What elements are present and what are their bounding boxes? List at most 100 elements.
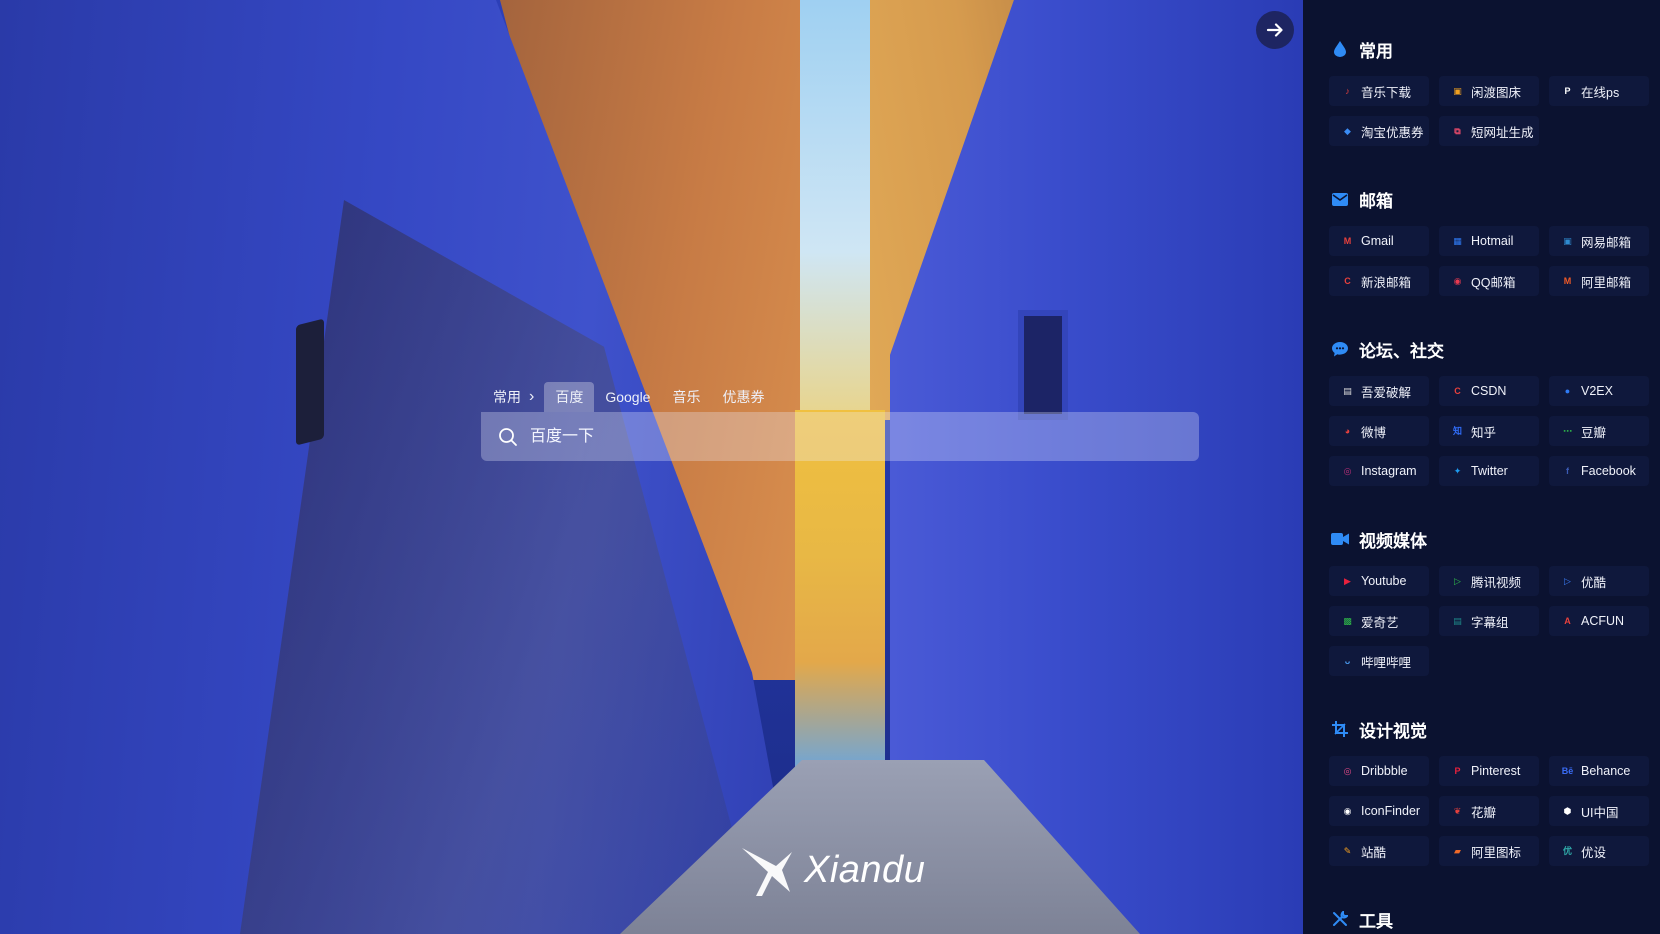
douban-icon: ⋯ [1563, 425, 1572, 436]
link-grid: M Gmail ▦ Hotmail ▣ 网易邮箱 C 新浪邮箱 ◉ QQ邮箱 M 阿里邮箱 [1303, 226, 1660, 296]
link-grid: ▤ 吾爱破解 C CSDN ● V2EX ◕ 微博 知知乎 ⋯ 豆瓣 ◎ Instagram ✦ Twitt… [1303, 376, 1660, 486]
twitter-icon: ✦ [1453, 465, 1462, 476]
sidebar-link[interactable]: ▷ 优酷 [1549, 566, 1649, 596]
sidebar-link[interactable]: ❦ 花瓣 [1439, 796, 1539, 826]
windows-icon: ▦ [1453, 235, 1462, 246]
sidebar-link-label: 在线ps [1581, 85, 1620, 100]
sidebar-link[interactable]: ▶ Youtube [1329, 566, 1429, 596]
sidebar-link[interactable]: ▣ 网易邮箱 [1549, 226, 1649, 256]
section-header: 常用 [1303, 36, 1660, 62]
sidebar-link[interactable]: C 新浪邮箱 [1329, 266, 1429, 296]
sidebar-link[interactable]: ⧉ 短网址生成 [1439, 116, 1539, 146]
sidebar-link[interactable]: ▷ 腾讯视频 [1439, 566, 1539, 596]
mail-icon [1331, 190, 1349, 208]
search-category[interactable]: 常用 [481, 382, 525, 412]
drop-icon [1331, 40, 1349, 58]
section-title: 常用 [1359, 41, 1393, 61]
tab-baidu[interactable]: 百度 [544, 382, 595, 412]
sina-mail-icon: C [1344, 275, 1351, 286]
sidebar-link-label: Dribbble [1361, 764, 1408, 778]
xiandu-logo-icon [742, 848, 792, 896]
section-mail: 邮箱 M Gmail ▦ Hotmail ▣ 网易邮箱 C 新浪邮箱 ◉ QQ邮箱 M 阿里邮箱 [1303, 186, 1660, 296]
sidebar-link[interactable]: ▤ 吾爱破解 [1329, 376, 1429, 406]
sidebar-link[interactable]: A ACFUN [1549, 606, 1649, 636]
sidebar-link[interactable]: ✎ 站酷 [1329, 836, 1429, 866]
sidebar-link-label: 优酷 [1581, 575, 1607, 590]
tencent-video-icon: ▷ [1454, 575, 1461, 586]
sidebar-link[interactable]: P 在线ps [1549, 76, 1649, 106]
sidebar-link[interactable]: ◉ QQ邮箱 [1439, 266, 1539, 296]
sidebar-link-label: 哔哩哔哩 [1361, 655, 1412, 670]
netease-mail-icon: ▣ [1563, 235, 1572, 246]
background-photo [0, 0, 1303, 934]
sidebar-link[interactable]: ▤ 字幕组 [1439, 606, 1539, 636]
weibo-icon: ◕ [1344, 425, 1351, 436]
sidebar-link[interactable]: ◉ IconFinder [1329, 796, 1429, 826]
sidebar-link-label: ACFUN [1581, 614, 1625, 628]
uisdc-icon: 优 [1562, 845, 1572, 856]
sidebar-link-label: Facebook [1581, 464, 1636, 478]
link-grid: ♪ 音乐下载 ▣ 闲渡图床 P 在线ps ◆ 淘宝优惠券 ⧉ 短网址生成 [1303, 76, 1660, 146]
sidebar-link-label: 闲渡图床 [1471, 85, 1522, 100]
arrow-right-icon [1266, 23, 1283, 37]
tab-music[interactable]: 音乐 [661, 382, 711, 412]
section-header: 邮箱 [1303, 186, 1660, 212]
sidebar-link-label: Youtube [1361, 574, 1407, 588]
sidebar-link[interactable]: 优优设 [1549, 836, 1649, 866]
sidebar-link-label: 阿里邮箱 [1581, 275, 1632, 290]
sidebar-link[interactable]: ⋯ 豆瓣 [1549, 416, 1649, 446]
sidebar-link[interactable]: ▦ Hotmail [1439, 226, 1539, 256]
search-icon[interactable] [498, 427, 518, 447]
bg-window [1018, 310, 1068, 420]
sidebar-link[interactable]: Bē Behance [1549, 756, 1649, 786]
sidebar-link[interactable]: ◕ 微博 [1329, 416, 1429, 446]
sidebar-link[interactable]: ◎ Instagram [1329, 456, 1429, 486]
sidebar-link-label: 字幕组 [1471, 615, 1509, 630]
section-title: 视频媒体 [1359, 531, 1427, 551]
sidebar-link-label: UI中国 [1581, 805, 1619, 820]
sidebar-link[interactable]: f Facebook [1549, 456, 1649, 486]
sidebar-link[interactable]: ◎ Dribbble [1329, 756, 1429, 786]
link-grid: ▶ Youtube ▷ 腾讯视频 ▷ 优酷 ▩ 爱奇艺 ▤ 字幕组 A ACFUN ᴗ 哔哩哔哩 [1303, 566, 1660, 676]
section-common: 常用 ♪ 音乐下载 ▣ 闲渡图床 P 在线ps ◆ 淘宝优惠券 ⧉ 短网址生成 [1303, 36, 1660, 146]
bilibili-icon: ᴗ [1344, 655, 1351, 666]
sidebar-link-label: Behance [1581, 764, 1631, 778]
sidebar-link-label: 站酷 [1361, 845, 1387, 860]
sidebar-link-label: 腾讯视频 [1471, 575, 1522, 590]
section-design: 设计视觉 ◎ Dribbble P Pinterest Bē Behance ◉ IconFi… [1303, 716, 1660, 866]
section-tools: 工具 [1303, 906, 1660, 932]
sidebar-link[interactable]: ᴗ 哔哩哔哩 [1329, 646, 1429, 676]
sidebar-link[interactable]: ⬢ UI中国 [1549, 796, 1649, 826]
sidebar-link[interactable]: ♪ 音乐下载 [1329, 76, 1429, 106]
sidebar-link[interactable]: M Gmail [1329, 226, 1429, 256]
sidebar-link-label: 豆瓣 [1581, 425, 1607, 440]
tools-icon [1331, 910, 1349, 928]
sidebar-link[interactable]: 知知乎 [1439, 416, 1539, 446]
huaban-icon: ❦ [1453, 805, 1462, 816]
video-icon [1331, 530, 1349, 548]
tab-google[interactable]: Google [594, 384, 661, 410]
sidebar-link[interactable]: M 阿里邮箱 [1549, 266, 1649, 296]
section-header: 视频媒体 [1303, 526, 1660, 552]
sidebar-link[interactable]: ◆ 淘宝优惠券 [1329, 116, 1429, 146]
logo-text: Xiandu [804, 848, 926, 891]
youku-icon: ▷ [1564, 575, 1571, 586]
sidebar-link-label: IconFinder [1361, 804, 1421, 818]
search-input[interactable] [528, 426, 1152, 447]
instagram-icon: ◎ [1343, 465, 1352, 476]
sidebar-link-label: 花瓣 [1471, 805, 1497, 820]
section-title: 工具 [1359, 911, 1393, 931]
sidebar-link[interactable]: ✦ Twitter [1439, 456, 1539, 486]
link-icon: ⧉ [1454, 125, 1461, 136]
tab-coupon[interactable]: 优惠券 [711, 382, 775, 412]
sidebar-link[interactable]: ▩ 爱奇艺 [1329, 606, 1429, 636]
sidebar-link[interactable]: ▰ 阿里图标 [1439, 836, 1539, 866]
sidebar-link-label: QQ邮箱 [1471, 275, 1516, 290]
next-button[interactable] [1256, 11, 1294, 49]
sidebar-link[interactable]: ▣ 闲渡图床 [1439, 76, 1539, 106]
sidebar-link[interactable]: C CSDN [1439, 376, 1539, 406]
zcool-icon: ✎ [1343, 845, 1352, 856]
sidebar-link[interactable]: ● V2EX [1549, 376, 1649, 406]
sidebar-link[interactable]: P Pinterest [1439, 756, 1539, 786]
sidebar-link-label: 知乎 [1471, 425, 1497, 440]
